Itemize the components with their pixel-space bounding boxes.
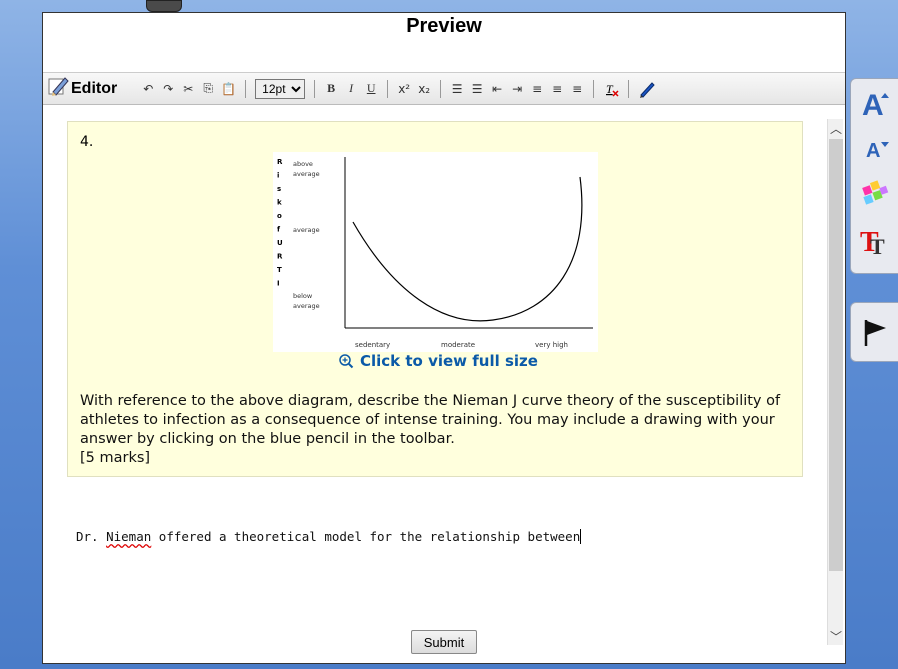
y-axis-label-letter: R xyxy=(277,158,283,166)
svg-text:A: A xyxy=(862,89,884,119)
align-center-icon[interactable]: ≡ xyxy=(550,80,564,98)
scroll-up-icon[interactable]: ︿ xyxy=(828,119,844,137)
y-tick-label: average xyxy=(293,226,320,234)
j-curve-line xyxy=(352,176,583,322)
zoom-in-icon xyxy=(339,354,354,369)
submit-button[interactable]: Submit xyxy=(411,630,477,654)
x-tick-label: moderate xyxy=(441,341,475,349)
flag-panel xyxy=(850,302,898,362)
copy-icon[interactable]: ⎘ xyxy=(201,80,215,98)
outdent-icon[interactable]: ⇤ xyxy=(490,80,504,98)
y-axis-label-letter: k xyxy=(277,199,282,207)
editor-pencil-icon xyxy=(47,76,69,101)
clear-format-icon[interactable]: T xyxy=(603,80,619,98)
decrease-font-icon[interactable]: A xyxy=(851,125,898,171)
window-drag-handle[interactable] xyxy=(146,0,182,12)
scroll-thumb[interactable] xyxy=(829,139,843,571)
subscript-button[interactable]: x₂ xyxy=(417,80,431,98)
undo-icon[interactable]: ↶ xyxy=(141,80,155,98)
j-curve-diagram[interactable]: Ri s k o f U R T Iabove average average below averag… xyxy=(273,152,598,352)
y-axis-label-letter: I xyxy=(277,280,280,288)
y-tick-label: average xyxy=(293,170,320,178)
window-title: Preview xyxy=(43,13,845,73)
toolbar-divider xyxy=(593,79,595,98)
x-tick-label: sedentary xyxy=(355,341,390,349)
question-marks: [5 marks] xyxy=(80,450,151,466)
paste-icon[interactable]: 📋 xyxy=(221,80,236,98)
underline-button[interactable]: U xyxy=(364,80,378,98)
y-tick-label: below xyxy=(293,292,313,300)
y-axis-label-letter: T xyxy=(277,266,282,274)
editor-toolbar: Editor ↶ ↷ ✂ ⎘ 📋 12pt B I U x² x₂ ☰ ☰ ⇤ … xyxy=(43,73,845,105)
toolbar-divider xyxy=(314,79,316,98)
toolbar-divider xyxy=(387,79,389,98)
indent-icon[interactable]: ⇥ xyxy=(510,80,524,98)
pencil-icon[interactable] xyxy=(638,80,656,98)
y-tick-label: average xyxy=(293,302,320,310)
j-curve-chart: RiskofURTIaboveaverageaveragebelowaverag… xyxy=(277,157,593,349)
superscript-button[interactable]: x² xyxy=(397,80,411,98)
flag-icon[interactable] xyxy=(851,303,898,361)
question-box: 4. Ri s k o f U R T Iabove average average below ave… xyxy=(67,121,803,477)
preview-window: Preview Editor ↶ ↷ ✂ ⎘ 📋 12pt B I U x² x… xyxy=(42,12,846,664)
italic-button[interactable]: I xyxy=(344,80,358,98)
y-axis-label-letter: U xyxy=(277,239,283,247)
numbered-list-icon[interactable]: ☰ xyxy=(450,80,464,98)
y-axis-label-letter: i xyxy=(277,172,279,180)
redo-icon[interactable]: ↷ xyxy=(161,80,175,98)
y-axis-label-letter: s xyxy=(277,185,281,193)
toolbar-divider xyxy=(245,79,247,98)
cut-icon[interactable]: ✂ xyxy=(181,80,195,98)
question-body: With reference to the above diagram, des… xyxy=(80,393,781,447)
color-palette-icon[interactable] xyxy=(851,171,898,217)
text-caret xyxy=(580,529,582,544)
editor-label: Editor xyxy=(47,76,117,101)
misspelled-word[interactable]: Nieman xyxy=(106,529,151,544)
question-text: With reference to the above diagram, des… xyxy=(80,392,796,468)
view-full-size-text[interactable]: Click to view full size xyxy=(360,352,538,370)
answer-prefix: Dr. xyxy=(76,529,107,544)
scroll-down-icon[interactable]: ﹀ xyxy=(828,627,844,645)
vertical-scrollbar[interactable]: ︿ ﹀ xyxy=(827,119,843,645)
view-full-size-link[interactable]: Click to view full size xyxy=(338,352,538,370)
question-number: 4. xyxy=(80,134,94,150)
align-left-icon[interactable]: ≡ xyxy=(530,80,544,98)
toolbar-divider xyxy=(628,79,630,98)
align-right-icon[interactable]: ≡ xyxy=(570,80,584,98)
bold-button[interactable]: B xyxy=(324,80,338,98)
y-axis-label-letter: o xyxy=(277,212,282,220)
answer-text[interactable]: Dr. Nieman offered a theoretical model f… xyxy=(76,529,582,544)
text-style-icon[interactable]: TT xyxy=(851,217,898,263)
toolbar-divider xyxy=(440,79,442,98)
svg-text:A: A xyxy=(866,140,880,162)
y-axis-label-letter: R xyxy=(277,253,283,261)
text-tools-panel: A A TT xyxy=(850,78,898,274)
answer-rest: offered a theoretical model for the rela… xyxy=(151,529,581,544)
x-tick-label: very high xyxy=(535,341,568,349)
y-axis-label-letter: f xyxy=(277,226,281,234)
svg-text:T: T xyxy=(606,82,614,96)
svg-text:T: T xyxy=(870,234,885,257)
increase-font-icon[interactable]: A xyxy=(851,79,898,125)
font-size-select[interactable]: 12pt xyxy=(255,78,306,99)
y-tick-label: above xyxy=(293,160,313,168)
bullet-list-icon[interactable]: ☰ xyxy=(470,80,484,98)
editor-content: 4. Ri s k o f U R T Iabove average average below ave… xyxy=(43,106,828,631)
